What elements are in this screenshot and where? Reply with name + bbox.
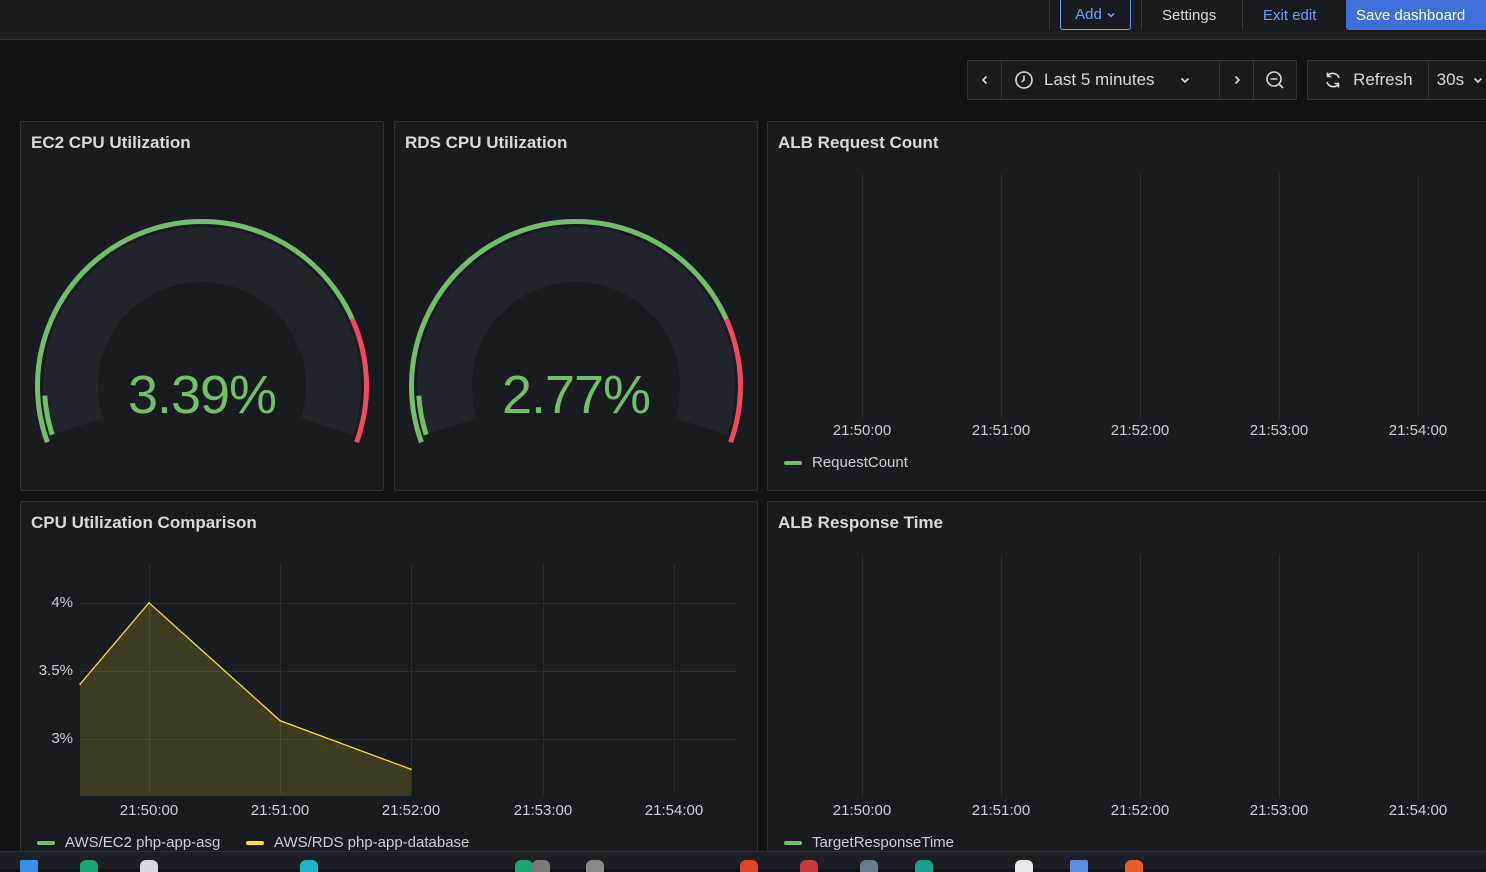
x-tick-label: 21:53:00 bbox=[1249, 802, 1309, 819]
gauge-value: 2.77% bbox=[501, 365, 651, 425]
chevron-down-icon bbox=[1180, 77, 1189, 84]
grid-line bbox=[862, 554, 863, 798]
x-tick-label: 21:52:00 bbox=[1110, 802, 1170, 819]
refresh-button[interactable]: Refresh bbox=[1308, 61, 1429, 99]
toolbar-divider bbox=[1141, 0, 1142, 30]
refresh-controls: Refresh 30s bbox=[1307, 60, 1486, 100]
legend-label: TargetResponseTime bbox=[812, 834, 955, 851]
x-tick-label: 21:52:00 bbox=[1110, 422, 1170, 439]
grid-line bbox=[1140, 174, 1141, 418]
legend-label: AWS/EC2 php-app-asg bbox=[65, 834, 221, 851]
legend-item[interactable]: AWS/EC2 php-app-asg bbox=[37, 834, 220, 851]
refresh-label: Refresh bbox=[1353, 70, 1413, 89]
zoom-out-icon bbox=[1266, 71, 1284, 89]
time-range-picker[interactable]: Last 5 minutes bbox=[1002, 61, 1220, 99]
exit-edit-button[interactable]: Exit edit bbox=[1263, 0, 1316, 30]
app-icon[interactable] bbox=[140, 860, 158, 872]
data-point bbox=[148, 602, 150, 604]
x-tick-label: 21:51:00 bbox=[971, 422, 1031, 439]
alb-request-count-panel[interactable]: ALB Request Count 21:50:00 21:51:00 21:5… bbox=[767, 121, 1486, 491]
zoom-out-button[interactable] bbox=[1254, 61, 1296, 99]
app-icon[interactable] bbox=[1015, 860, 1033, 872]
legend-label: AWS/RDS php-app-database bbox=[274, 834, 470, 851]
gauge-value: 3.39% bbox=[127, 365, 277, 425]
legend-item[interactable]: RequestCount bbox=[784, 454, 908, 471]
chevron-left-icon bbox=[981, 75, 987, 85]
alb-response-time-panel[interactable]: ALB Response Time 21:50:00 21:51:00 21:5… bbox=[767, 501, 1486, 861]
app-icon[interactable] bbox=[586, 860, 604, 872]
ec2-cpu-panel[interactable]: EC2 CPU Utilization 3.39% bbox=[20, 121, 384, 491]
app-icon[interactable] bbox=[740, 860, 758, 872]
os-taskbar bbox=[0, 851, 1486, 872]
data-point bbox=[410, 768, 412, 771]
ec2-cpu-gauge bbox=[35, 219, 369, 444]
chevron-right-icon bbox=[1234, 75, 1240, 85]
x-tick-label: 21:54:00 bbox=[644, 802, 704, 819]
app-icon[interactable] bbox=[80, 860, 98, 872]
time-back-button[interactable] bbox=[968, 61, 1002, 99]
refresh-interval-picker[interactable]: 30s bbox=[1429, 61, 1486, 99]
settings-button[interactable]: Settings bbox=[1162, 0, 1216, 30]
time-range-controls: Last 5 minutes bbox=[967, 60, 1297, 100]
chevron-down-icon bbox=[1107, 12, 1115, 18]
x-tick-label: 21:52:00 bbox=[381, 802, 441, 819]
grid-line bbox=[1001, 174, 1002, 418]
grid-line bbox=[1279, 174, 1280, 418]
app-icon[interactable] bbox=[1125, 860, 1143, 872]
app-icon[interactable] bbox=[1070, 860, 1088, 872]
app-icon[interactable] bbox=[800, 860, 818, 872]
refresh-interval-value: 30s bbox=[1436, 70, 1465, 89]
grid-line bbox=[1418, 554, 1419, 798]
grid-line bbox=[862, 174, 863, 418]
app-icon[interactable] bbox=[915, 860, 933, 872]
grid-line bbox=[1001, 554, 1002, 798]
x-tick-label: 21:51:00 bbox=[971, 802, 1031, 819]
data-point bbox=[79, 683, 81, 686]
panel-title: ALB Response Time bbox=[778, 513, 944, 532]
time-forward-button[interactable] bbox=[1220, 61, 1254, 99]
x-tick-label: 21:53:00 bbox=[1249, 422, 1309, 439]
x-tick-label: 21:54:00 bbox=[1388, 802, 1448, 819]
x-tick-label: 21:50:00 bbox=[832, 802, 892, 819]
clock-icon bbox=[1015, 71, 1033, 89]
cpu-comparison-panel[interactable]: CPU Utilization Comparison 4% 3.5% 3% 21… bbox=[20, 501, 758, 861]
chevron-down-icon bbox=[1474, 77, 1483, 84]
legend-label: RequestCount bbox=[812, 454, 908, 471]
app-icon[interactable] bbox=[300, 860, 318, 872]
grid-line bbox=[1279, 554, 1280, 798]
time-range-label: Last 5 minutes bbox=[1044, 70, 1155, 89]
dashboard-toolbar: Add Settings Exit edit Save dashboard bbox=[0, 0, 1486, 40]
save-dashboard-button[interactable]: Save dashboard bbox=[1346, 0, 1486, 30]
legend-swatch bbox=[784, 840, 802, 845]
legend-item[interactable]: TargetResponseTime bbox=[784, 834, 954, 851]
legend-swatch bbox=[246, 840, 264, 845]
app-icon[interactable] bbox=[860, 860, 878, 872]
grid-line bbox=[1140, 554, 1141, 798]
x-tick-label: 21:54:00 bbox=[1388, 422, 1448, 439]
x-tick-label: 21:50:00 bbox=[832, 422, 892, 439]
x-tick-label: 21:51:00 bbox=[250, 802, 310, 819]
start-icon[interactable] bbox=[20, 860, 38, 872]
add-button-label: Add bbox=[1075, 6, 1102, 23]
refresh-icon bbox=[1326, 72, 1340, 88]
add-button[interactable]: Add bbox=[1060, 0, 1131, 30]
toolbar-divider bbox=[1242, 0, 1243, 30]
grid-line bbox=[1418, 174, 1419, 418]
rds-cpu-gauge bbox=[409, 219, 743, 444]
x-tick-label: 21:50:00 bbox=[119, 802, 179, 819]
legend-swatch bbox=[37, 840, 55, 845]
app-icon[interactable] bbox=[515, 860, 533, 872]
x-tick-label: 21:53:00 bbox=[513, 802, 573, 819]
series-area-rds bbox=[80, 602, 411, 796]
data-point bbox=[279, 719, 281, 722]
toolbar-divider bbox=[1049, 0, 1050, 30]
legend-swatch bbox=[784, 460, 802, 465]
panel-title: ALB Request Count bbox=[778, 133, 939, 152]
legend-item[interactable]: AWS/RDS php-app-database bbox=[246, 834, 469, 851]
rds-cpu-panel[interactable]: RDS CPU Utilization 2.77% bbox=[394, 121, 758, 491]
app-icon[interactable] bbox=[532, 860, 550, 872]
